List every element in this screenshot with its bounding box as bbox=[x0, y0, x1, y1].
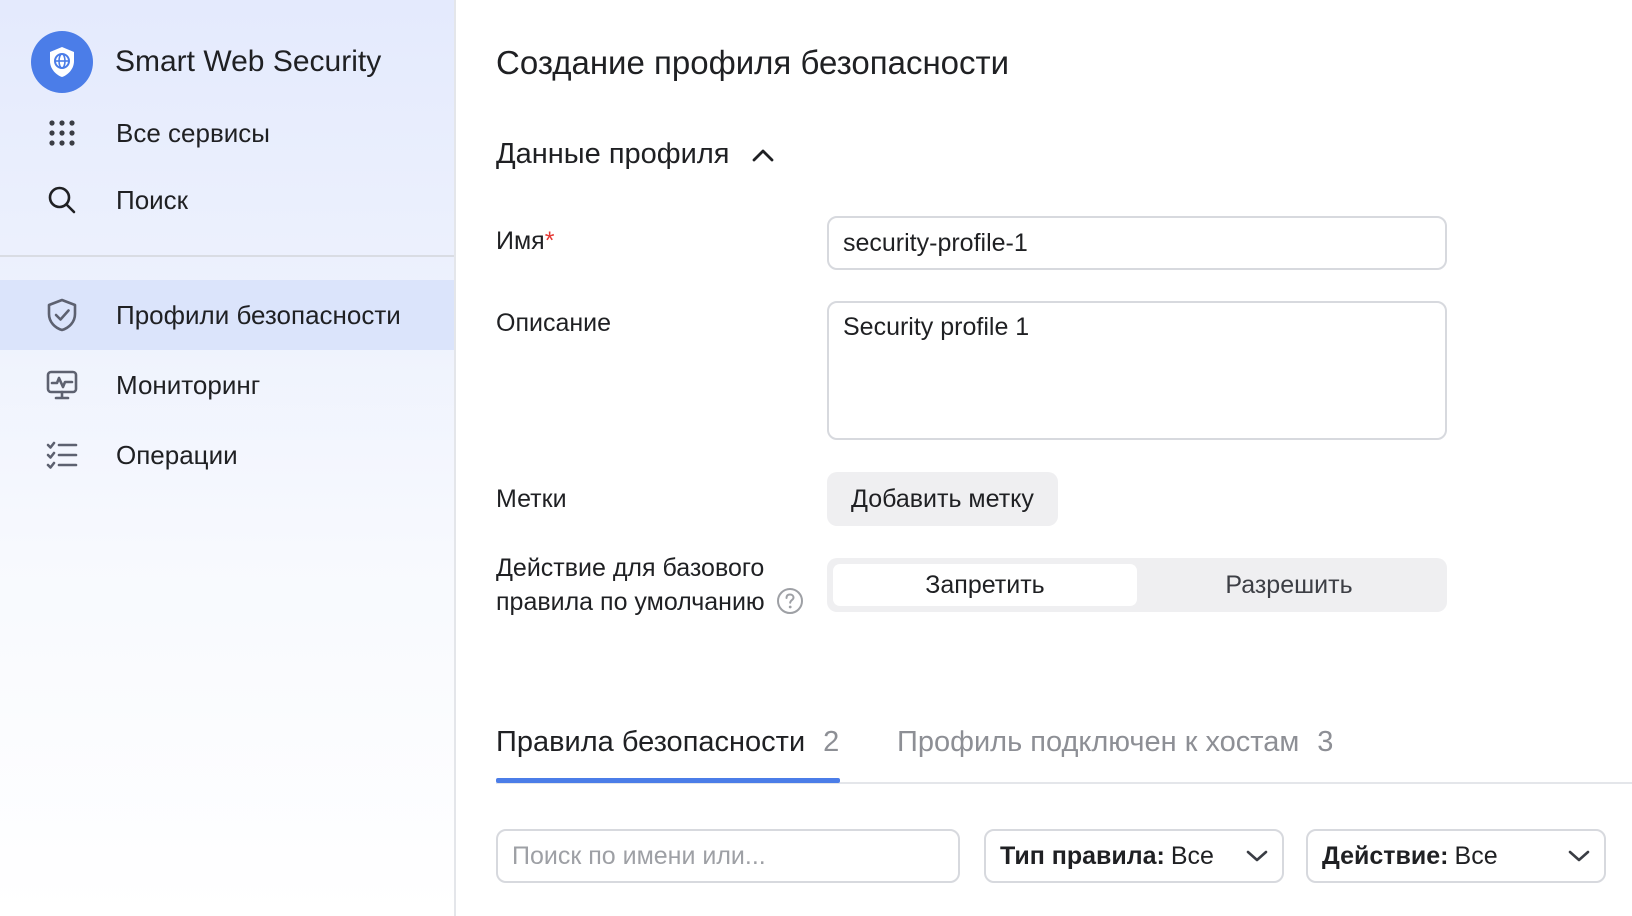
sidebar-item-operations[interactable]: Операции bbox=[0, 420, 454, 490]
option-allow[interactable]: Разрешить bbox=[1137, 564, 1441, 606]
chevron-down-icon bbox=[1246, 849, 1268, 863]
shield-globe-icon bbox=[31, 31, 93, 93]
select-value: Все bbox=[1454, 841, 1498, 870]
main-content: Создание профиля безопасности Данные про… bbox=[456, 0, 1632, 916]
name-input[interactable] bbox=[827, 216, 1447, 270]
sidebar-divider bbox=[0, 255, 454, 257]
tab-security-rules[interactable]: Правила безопасности 2 bbox=[496, 726, 839, 759]
nav-search[interactable]: Поиск bbox=[0, 165, 454, 235]
help-icon[interactable] bbox=[776, 587, 804, 615]
tab-count: 2 bbox=[823, 726, 840, 758]
tab-count: 3 bbox=[1317, 726, 1334, 758]
tab-label: Правила безопасности bbox=[496, 726, 806, 758]
grid-dots-icon bbox=[44, 115, 80, 151]
add-tag-button[interactable]: Добавить метку bbox=[827, 472, 1058, 526]
checklist-icon bbox=[44, 437, 80, 473]
nav-label: Поиск bbox=[116, 184, 189, 215]
nav-label: Операции bbox=[116, 439, 238, 470]
page-title: Создание профиля безопасности bbox=[496, 44, 1010, 81]
section-toggle[interactable]: Данные профиля bbox=[496, 138, 777, 171]
tab-connected-hosts[interactable]: Профиль подключен к хостам 3 bbox=[897, 726, 1333, 759]
select-key: Действие: bbox=[1322, 841, 1449, 870]
default-action-label-line1: Действие для базового bbox=[496, 554, 765, 582]
action-select[interactable]: Действие: Все bbox=[1306, 829, 1606, 883]
section-title: Данные профиля bbox=[496, 138, 730, 170]
select-key: Тип правила: bbox=[1000, 841, 1165, 870]
name-label-text: Имя bbox=[496, 227, 545, 255]
brand-title: Smart Web Security bbox=[115, 45, 382, 78]
rule-type-select[interactable]: Тип правила: Все bbox=[984, 829, 1284, 883]
sidebar-item-security-profiles[interactable]: Профили безопасности bbox=[0, 280, 454, 350]
active-tab-indicator bbox=[496, 778, 840, 783]
sidebar-item-monitoring[interactable]: Мониторинг bbox=[0, 350, 454, 420]
default-action-switch: Запретить Разрешить bbox=[827, 558, 1447, 612]
rules-search-input[interactable] bbox=[496, 829, 960, 883]
description-label: Описание bbox=[496, 309, 612, 337]
tags-label: Метки bbox=[496, 485, 567, 513]
option-deny[interactable]: Запретить bbox=[833, 564, 1137, 606]
description-textarea[interactable]: Security profile 1 bbox=[827, 301, 1447, 440]
monitor-pulse-icon bbox=[44, 367, 80, 403]
sidebar: Smart Web Security Все сервисы Поиск Про… bbox=[0, 0, 456, 916]
chevron-up-icon bbox=[749, 141, 777, 169]
search-icon bbox=[44, 182, 80, 218]
shield-check-icon bbox=[44, 297, 80, 333]
name-label: Имя* bbox=[496, 224, 554, 258]
select-value: Все bbox=[1170, 841, 1214, 870]
default-action-label: Действие для базового правила по умолчан… bbox=[496, 551, 804, 619]
tab-label: Профиль подключен к хостам bbox=[897, 726, 1300, 758]
nav-all-services[interactable]: Все сервисы bbox=[0, 98, 454, 168]
chevron-down-icon bbox=[1568, 849, 1590, 863]
default-action-label-line2: правила по умолчанию bbox=[496, 588, 765, 616]
nav-label: Профили безопасности bbox=[116, 299, 401, 330]
nav-label: Мониторинг bbox=[116, 369, 261, 400]
nav-label: Все сервисы bbox=[116, 117, 270, 148]
brand[interactable]: Smart Web Security bbox=[31, 31, 381, 93]
required-mark: * bbox=[544, 227, 555, 255]
